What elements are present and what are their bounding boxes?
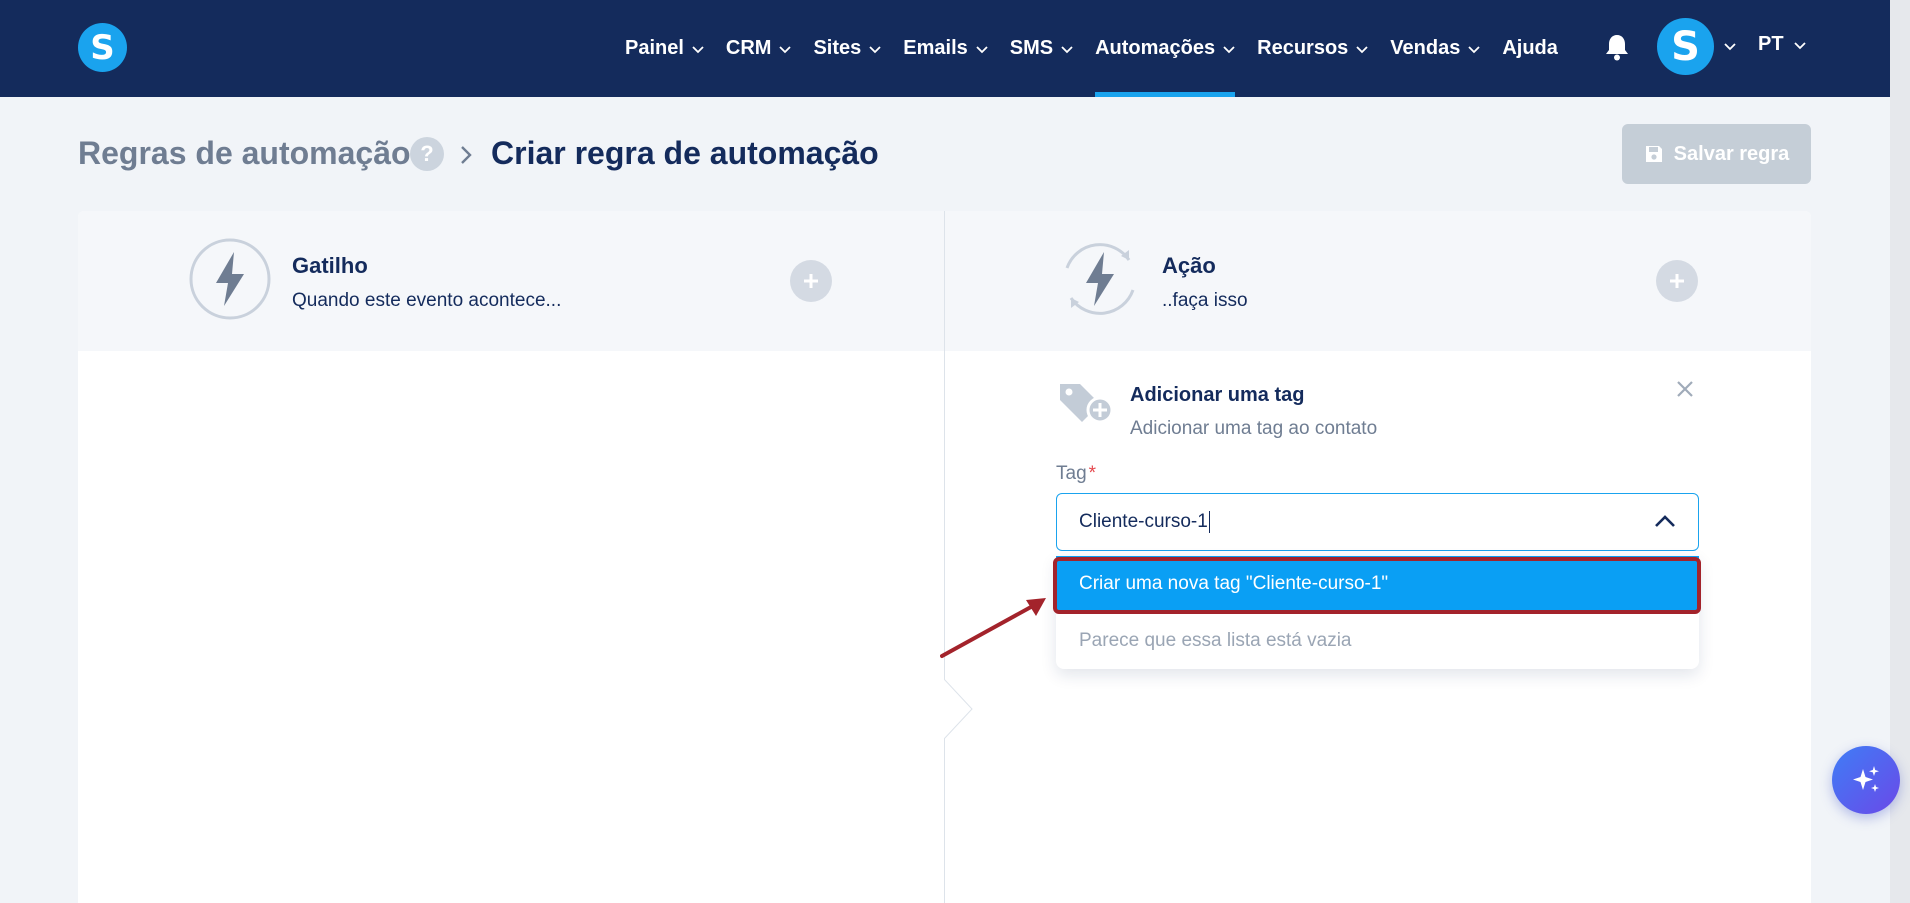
required-mark: * xyxy=(1088,463,1097,484)
trigger-title: Gatilho xyxy=(292,253,368,278)
nav-item-automacoes[interactable]: Automações xyxy=(1095,0,1236,97)
page-title: Criar regra de automação xyxy=(491,135,879,171)
ai-assistant-button[interactable] xyxy=(1832,746,1900,814)
add-action-button[interactable] xyxy=(1656,260,1698,302)
nav-item-label: Painel xyxy=(625,37,684,59)
nav-item-recursos[interactable]: Recursos xyxy=(1257,0,1368,97)
action-panel-title: Adicionar uma tag xyxy=(1130,384,1305,406)
chevron-down-icon xyxy=(779,45,792,53)
tag-input[interactable]: Cliente-curso-1 xyxy=(1056,493,1699,551)
nav-item-sms[interactable]: SMS xyxy=(1010,0,1073,97)
close-icon[interactable] xyxy=(1676,380,1694,398)
nav-item-label: CRM xyxy=(725,37,772,59)
top-navigation: S Painel CRM Sites Emails SMS Automações… xyxy=(0,0,1890,97)
nav-item-label: Ajuda xyxy=(1502,37,1558,59)
tag-add-icon xyxy=(1060,384,1114,424)
chevron-down-icon xyxy=(976,45,988,53)
nav-item-emails[interactable]: Emails xyxy=(903,0,988,97)
chevron-right-icon xyxy=(461,146,472,164)
plus-icon xyxy=(1670,274,1684,288)
tag-input-value: Cliente-curso-1 xyxy=(1079,511,1208,532)
lightning-icon xyxy=(189,238,271,320)
help-icon[interactable]: ? xyxy=(410,137,444,171)
bell-icon[interactable] xyxy=(1604,33,1630,61)
chevron-up-icon[interactable] xyxy=(1654,514,1676,528)
chevron-down-icon xyxy=(1468,45,1480,53)
nav-item-label: Recursos xyxy=(1257,37,1349,59)
nav-item-label: Vendas xyxy=(1390,37,1461,59)
trigger-subtitle: Quando este evento acontece... xyxy=(292,290,562,311)
language-label: PT xyxy=(1758,33,1784,55)
nav-item-sites[interactable]: Sites xyxy=(813,0,881,97)
text-caret xyxy=(1208,511,1211,533)
lightning-cycle-icon xyxy=(1065,243,1135,315)
create-tag-option[interactable]: Criar uma nova tag "Cliente-curso-1" xyxy=(1056,556,1699,612)
save-rule-button[interactable]: Salvar regra xyxy=(1622,124,1811,184)
breadcrumb-root-link[interactable]: Regras de automação xyxy=(78,135,411,172)
language-selector[interactable]: PT xyxy=(1758,33,1806,56)
sparkles-icon xyxy=(1853,766,1879,792)
chevron-down-icon xyxy=(692,45,704,53)
nav-item-painel[interactable]: Painel xyxy=(625,0,704,97)
chevron-down-icon xyxy=(1793,41,1806,49)
tag-dropdown: Criar uma nova tag "Cliente-curso-1" Par… xyxy=(1056,556,1699,669)
add-trigger-button[interactable] xyxy=(790,260,832,302)
tag-field-label: Tag * xyxy=(1056,463,1096,485)
action-title: Ação xyxy=(1162,253,1216,278)
nav-item-label: Emails xyxy=(903,37,968,59)
nav-item-vendas[interactable]: Vendas xyxy=(1390,0,1480,97)
chevron-down-icon xyxy=(1356,45,1368,53)
flow-connector xyxy=(944,679,973,739)
action-panel-subtitle: Adicionar uma tag ao contato xyxy=(1130,418,1378,439)
avatar[interactable]: S xyxy=(1657,18,1714,75)
plus-icon xyxy=(804,274,818,288)
logo[interactable]: S xyxy=(78,23,127,72)
main-menu: Painel CRM Sites Emails SMS Automações R… xyxy=(625,0,1580,97)
save-rule-label: Salvar regra xyxy=(1673,142,1790,165)
nav-item-crm[interactable]: CRM xyxy=(726,0,792,97)
nav-item-label: Sites xyxy=(813,37,862,59)
action-subtitle: ..faça isso xyxy=(1162,290,1248,311)
tag-field-label-text: Tag xyxy=(1056,463,1087,484)
nav-item-ajuda[interactable]: Ajuda xyxy=(1502,0,1558,97)
chevron-down-icon xyxy=(869,45,881,53)
nav-item-label: Automações xyxy=(1095,37,1216,59)
column-divider xyxy=(944,211,945,903)
empty-list-message: Parece que essa lista está vazia xyxy=(1079,630,1352,651)
chevron-down-icon xyxy=(1223,45,1235,53)
nav-item-label: SMS xyxy=(1009,37,1054,59)
chevron-down-icon xyxy=(1061,45,1073,53)
chevron-down-icon[interactable] xyxy=(1724,40,1736,52)
floppy-disk-icon xyxy=(1645,146,1662,162)
